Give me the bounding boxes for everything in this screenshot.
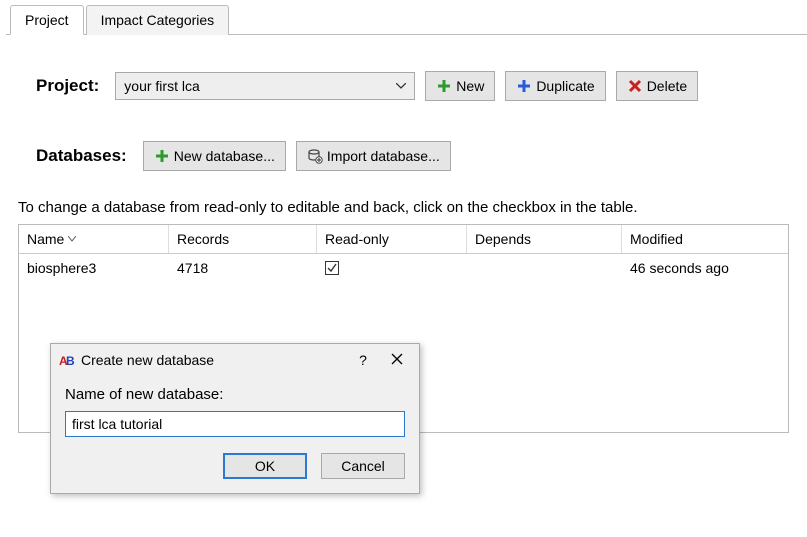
col-header-records[interactable]: Records	[169, 225, 317, 253]
tab-impact-categories[interactable]: Impact Categories	[86, 5, 230, 35]
duplicate-project-button[interactable]: Duplicate	[505, 71, 605, 101]
col-header-readonly[interactable]: Read-only	[317, 225, 467, 253]
col-header-modified[interactable]: Modified	[622, 225, 788, 253]
import-database-button[interactable]: Import database...	[296, 141, 451, 171]
delete-project-label: Delete	[647, 78, 687, 94]
plus-icon	[516, 78, 532, 94]
dialog-button-row: OK Cancel	[65, 453, 405, 479]
cell-readonly	[317, 254, 467, 282]
duplicate-project-label: Duplicate	[536, 78, 594, 94]
project-label: Project:	[36, 76, 99, 96]
databases-label: Databases:	[36, 146, 127, 166]
project-select[interactable]: your first lca	[115, 72, 415, 100]
plus-icon	[154, 148, 170, 164]
col-header-name[interactable]: Name	[19, 225, 169, 253]
databases-row: Databases: New database... Import databa…	[18, 141, 789, 171]
create-database-dialog: A B Create new database ? Name of new da…	[50, 343, 420, 494]
x-icon	[627, 78, 643, 94]
dialog-close-button[interactable]	[383, 350, 411, 370]
col-header-records-label: Records	[177, 231, 229, 247]
tab-bar: Project Impact Categories	[6, 0, 807, 35]
activity-browser-logo-icon: A B	[59, 352, 75, 368]
dialog-titlebar: A B Create new database ?	[51, 344, 419, 376]
project-row: Project: your first lca New Duplicate	[18, 71, 789, 101]
readonly-hint: To change a database from read-only to e…	[18, 199, 789, 216]
new-database-button[interactable]: New database...	[143, 141, 286, 171]
dialog-input-label: Name of new database:	[65, 386, 405, 403]
dialog-body: Name of new database: OK Cancel	[51, 376, 419, 493]
delete-project-button[interactable]: Delete	[616, 71, 698, 101]
svg-text:B: B	[66, 354, 75, 368]
new-project-label: New	[456, 78, 484, 94]
col-header-depends[interactable]: Depends	[467, 225, 622, 253]
database-name-input[interactable]	[65, 411, 405, 437]
cell-depends	[467, 254, 622, 282]
col-header-name-label: Name	[27, 231, 64, 247]
sort-caret-icon	[68, 236, 76, 242]
dialog-cancel-button[interactable]: Cancel	[321, 453, 405, 479]
import-database-label: Import database...	[327, 148, 440, 164]
dialog-help-button[interactable]: ?	[349, 350, 377, 370]
col-header-readonly-label: Read-only	[325, 231, 389, 247]
new-database-label: New database...	[174, 148, 275, 164]
col-header-depends-label: Depends	[475, 231, 531, 247]
database-import-icon	[307, 148, 323, 164]
close-icon	[391, 352, 403, 368]
cell-modified: 46 seconds ago	[622, 254, 788, 282]
table-row[interactable]: biosphere3 4718 46 seconds ago	[19, 254, 788, 282]
new-project-button[interactable]: New	[425, 71, 495, 101]
tab-project[interactable]: Project	[10, 5, 84, 35]
plus-icon	[436, 78, 452, 94]
col-header-modified-label: Modified	[630, 231, 683, 247]
readonly-checkbox[interactable]	[325, 261, 339, 275]
table-header-row: Name Records Read-only Depends Modified	[19, 225, 788, 254]
dialog-ok-button[interactable]: OK	[223, 453, 307, 479]
project-select-value: your first lca	[124, 78, 199, 94]
cell-records: 4718	[169, 254, 317, 282]
chevron-down-icon	[396, 83, 406, 89]
dialog-title-text: Create new database	[81, 352, 214, 368]
cell-name: biosphere3	[19, 254, 169, 282]
